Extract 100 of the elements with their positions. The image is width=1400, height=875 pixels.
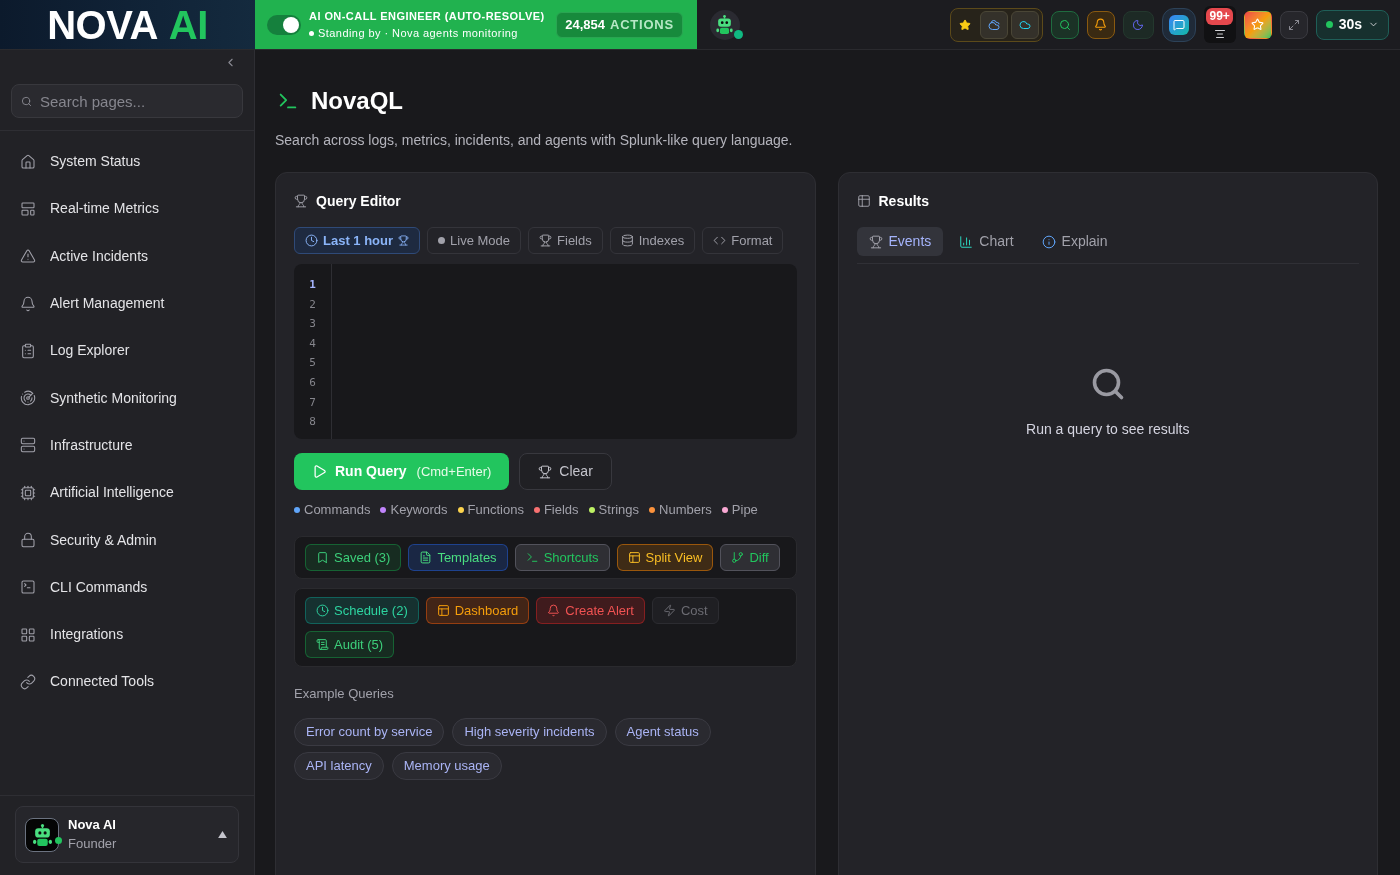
cloud-button[interactable] [1010,10,1039,39]
table-icon [856,194,871,208]
nav-item[interactable]: Synthetic Monitoring [0,374,254,422]
on-call-title: AI ON-CALL ENGINEER (AUTO-RESOLVE) [309,9,545,23]
legend-label: Pipe [731,501,758,520]
line-number: 5 [309,355,316,372]
diff-button[interactable]: Diff [720,544,780,571]
alerts-button[interactable] [1086,10,1115,39]
clock-icon [316,604,329,617]
layout-icon [20,200,36,217]
nav-item[interactable]: Connected Tools [0,658,254,706]
bell-icon [20,295,36,312]
branch-icon [731,551,745,564]
house-icon [20,153,36,170]
bookmark-icon [316,551,329,564]
theme-button[interactable] [1122,10,1154,39]
split-view-button[interactable]: Split View [616,544,714,571]
auto-resolve-toggle[interactable] [267,14,301,35]
star-icon [958,18,971,31]
empty-state-message: Run a query to see results [1026,420,1190,439]
example-query-chip[interactable]: High severity incidents [452,718,607,746]
nav-item[interactable]: Log Explorer [0,327,254,375]
chat-icon [1168,14,1189,35]
warning-icon [20,248,36,265]
line-number: 8 [309,414,316,431]
toolbar-button[interactable]: Indexes [609,227,696,254]
terminal-icon [20,579,36,596]
nav-item[interactable]: CLI Commands [0,563,254,611]
toolbar-button[interactable]: Fields [528,227,603,254]
example-query-chip[interactable]: Memory usage [391,752,502,780]
example-query-chip[interactable]: Agent status [614,718,711,746]
create-alert-button[interactable]: Create Alert [536,597,645,624]
line-number: 2 [309,296,316,313]
on-call-status: Standing by · Nova agents monitoring [318,26,518,40]
favorites-button[interactable] [1243,10,1272,39]
example-query-chip[interactable]: Error count by service [294,718,445,746]
search-input[interactable]: Search pages... [40,85,242,117]
toolbar-button[interactable]: Live Mode [427,227,522,254]
search-button[interactable] [1050,10,1079,39]
user-card[interactable]: Nova AI Founder [15,806,239,863]
page-title: NovaQL [311,86,403,116]
code-editor[interactable]: 1 2 3 4 5 6 7 8 [294,264,797,439]
cloud-button[interactable] [979,10,1008,39]
clock-icon [305,234,318,247]
toolbar-button[interactable]: Last 1 hour [294,227,421,254]
moon-icon [1132,18,1145,31]
refresh-interval-dropdown[interactable]: 30s [1315,9,1389,40]
line-number: 4 [309,335,316,352]
star-icon [1251,18,1265,31]
robot-avatar-icon [25,817,59,852]
actions-counter: 24,854 ACTIONS [556,11,683,38]
results-tab[interactable]: Explain [1029,227,1120,256]
nav-item[interactable]: Artificial Intelligence [0,469,254,517]
lines-icon [1213,28,1226,40]
saved-button[interactable]: Saved (3) [305,544,402,571]
results-tab[interactable]: Chart [947,227,1026,256]
audit-button[interactable]: Audit (5) [305,631,395,658]
shortcuts-button[interactable]: Shortcuts [514,544,610,571]
logo-text: NOVA AI [47,4,208,45]
notifications-button[interactable]: 99+ [1203,6,1236,43]
legend-label: Strings [598,501,640,520]
fullscreen-button[interactable] [1279,10,1308,39]
expand-icon [1287,18,1300,31]
bar-chart-icon [959,234,974,249]
example-query-chip[interactable]: API latency [294,752,384,780]
nav-item[interactable]: Security & Admin [0,516,254,564]
user-role: Founder [68,836,117,852]
radar-icon [20,390,36,407]
toolbar-button[interactable]: Format [702,227,784,254]
line-number: 3 [309,316,316,333]
trophy-icon [398,235,410,246]
user-name: Nova AI [68,817,117,833]
bell-icon [547,604,561,617]
card-title: Query Editor [316,191,401,211]
schedule-button[interactable]: Schedule (2) [305,597,419,624]
nav-item[interactable]: System Status [0,138,254,186]
info-icon [1041,234,1056,249]
server-icon [20,437,36,454]
nav-item[interactable]: Active Incidents [0,232,254,280]
nav-item[interactable]: Infrastructure [0,421,254,470]
templates-button[interactable]: Templates [408,544,508,571]
card-title: Results [878,191,930,211]
scroll-icon [316,638,329,651]
code-icon [713,234,727,247]
lock-icon [20,532,36,548]
document-icon [419,551,433,564]
chat-button[interactable] [1161,7,1196,42]
trophy-icon [539,234,553,247]
nav-item[interactable]: Integrations [0,610,254,659]
layout-icon [627,551,641,564]
dashboard-button[interactable]: Dashboard [425,597,530,624]
trophy-icon [294,194,308,208]
nav-item[interactable]: Alert Management [0,279,254,328]
chip-icon [20,484,36,501]
clear-button[interactable]: Clear [519,453,612,490]
grid-icon [20,626,36,643]
results-tab[interactable]: Events [856,227,944,256]
line-number: 6 [309,374,316,391]
nav-item[interactable]: Real-time Metrics [0,185,254,233]
search-field[interactable]: Search pages... [11,84,243,118]
